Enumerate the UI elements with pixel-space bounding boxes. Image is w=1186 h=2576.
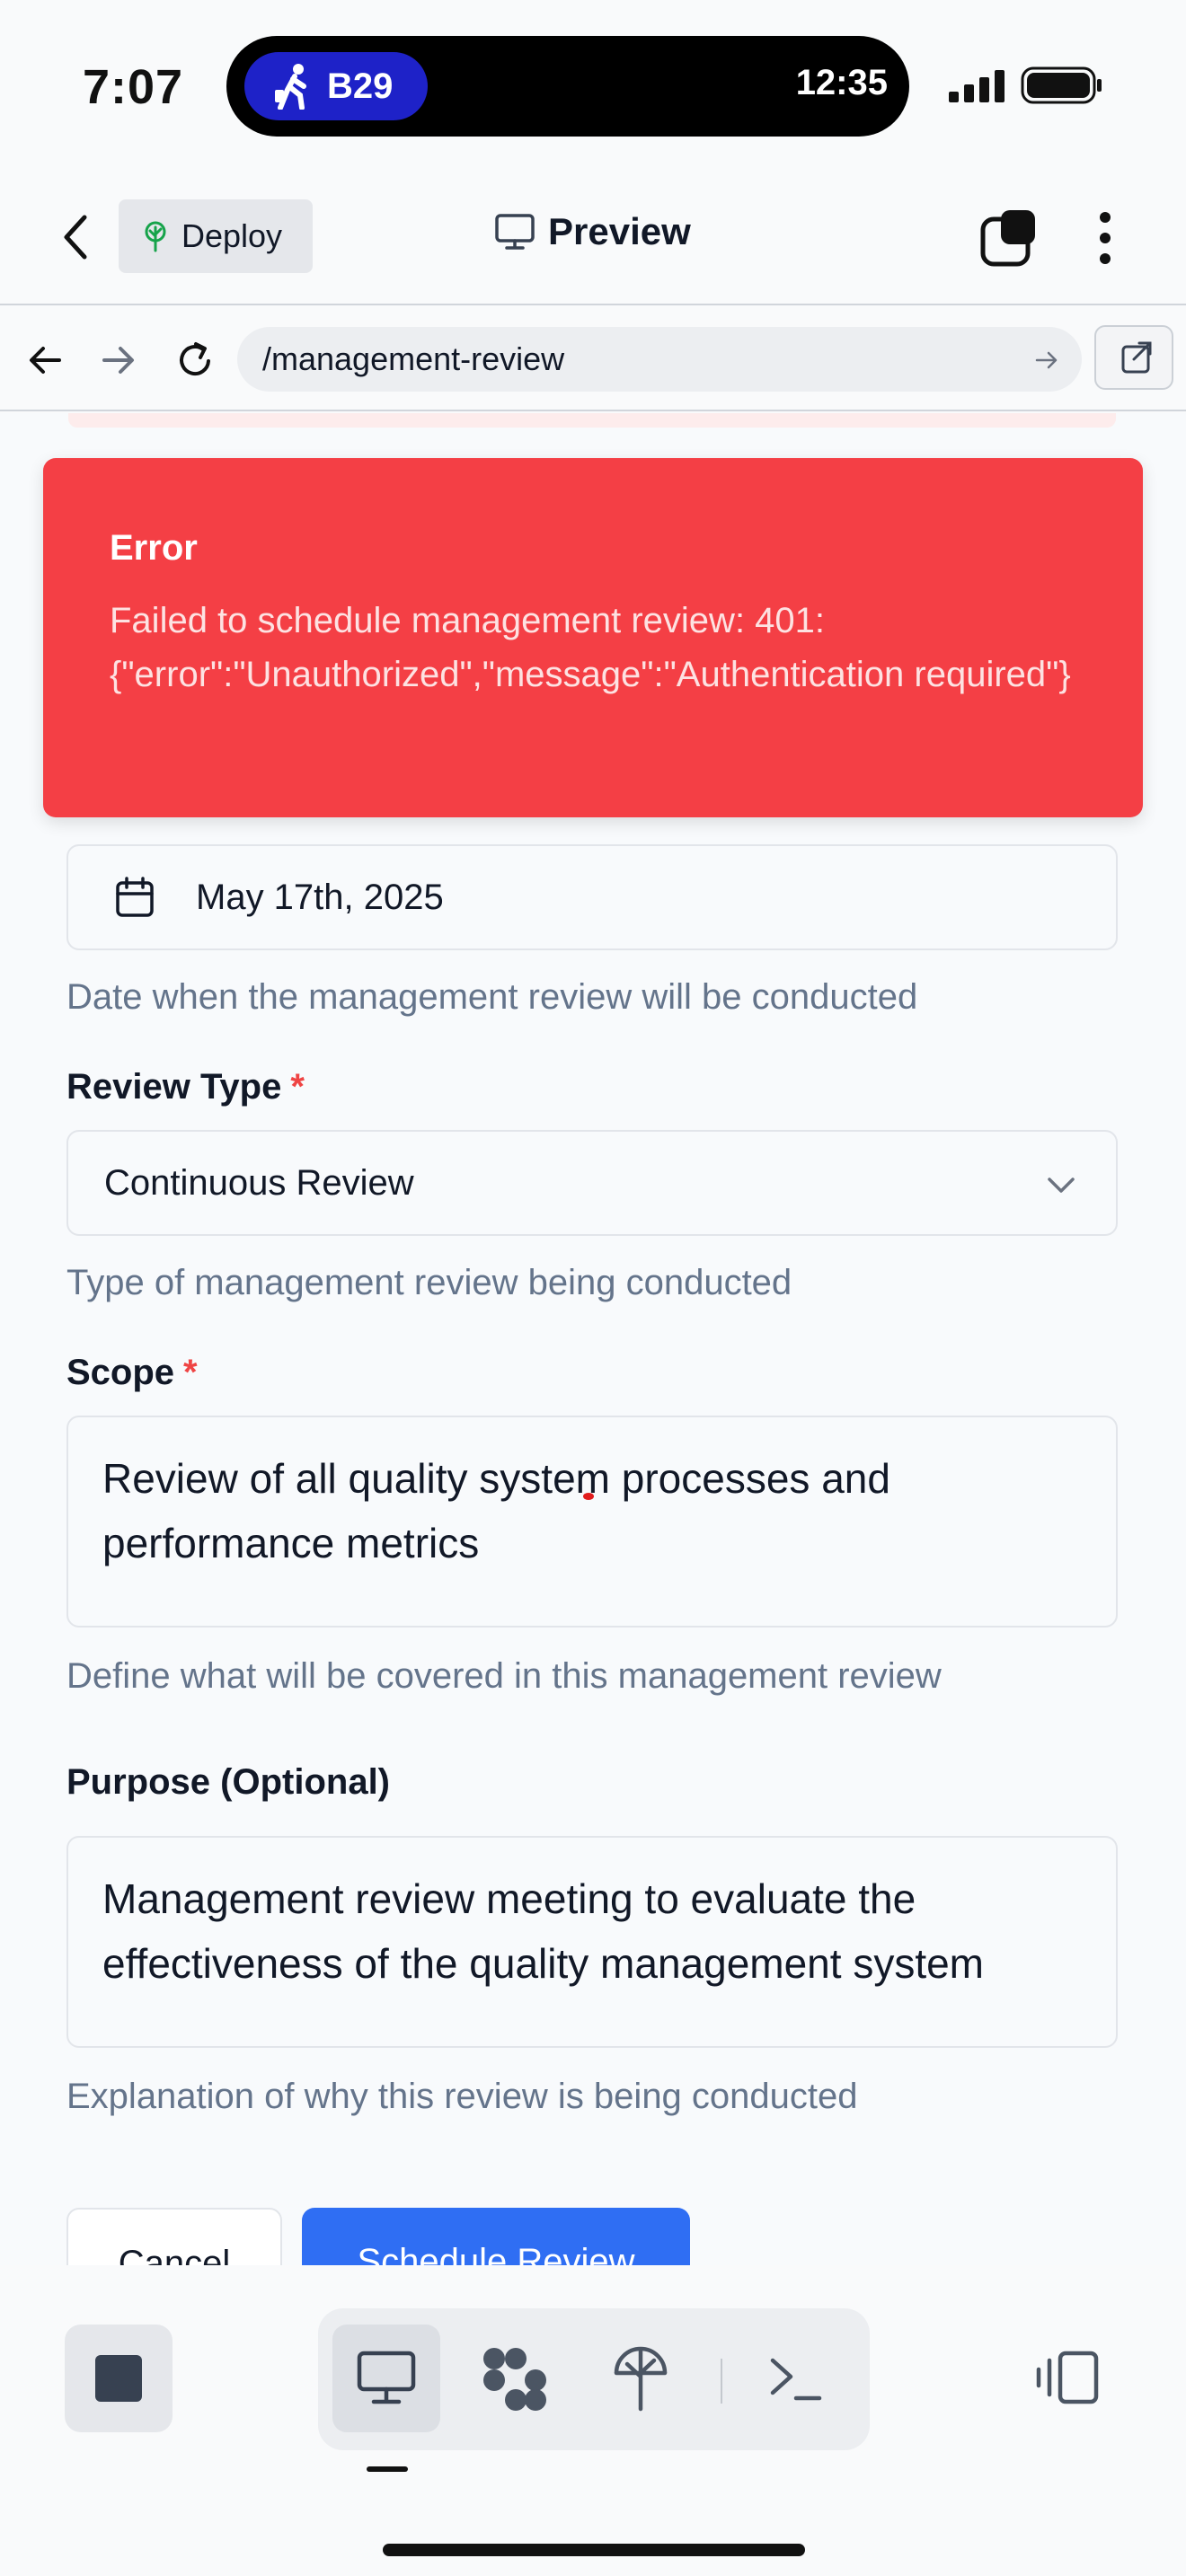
workflow-icon[interactable] [480, 2344, 550, 2414]
home-indicator [383, 2544, 805, 2556]
terminal-icon[interactable] [767, 2350, 823, 2407]
status-bar: 7:07 B29 12:35 [0, 0, 1186, 171]
scope-label: Scope * [66, 1353, 198, 1393]
error-toast[interactable]: Error Failed to schedule management revi… [43, 458, 1143, 817]
more-options-icon[interactable] [1087, 208, 1123, 268]
date-help-text: Date when the management review will be … [66, 977, 918, 1017]
deploy-label: Deploy [181, 217, 283, 254]
scope-value: Review of all quality system processes a… [102, 1455, 890, 1566]
walking-person-icon [275, 64, 306, 110]
page-content: Error Failed to schedule management revi… [0, 413, 1186, 2265]
deploy-tree-icon [145, 221, 166, 252]
browser-forward-icon[interactable] [95, 338, 140, 383]
active-tab-indicator [367, 2466, 408, 2472]
purpose-textarea[interactable]: Management review meeting to evaluate th… [66, 1836, 1118, 2048]
open-external-button[interactable] [1094, 325, 1173, 390]
url-input[interactable]: /management-review [237, 327, 1082, 392]
scope-label-text: Scope [66, 1353, 175, 1392]
required-marker: * [290, 1067, 305, 1107]
cancel-label: Cancel [118, 2244, 231, 2265]
scope-help-text: Define what will be covered in this mana… [66, 1656, 942, 1696]
external-link-icon [1121, 341, 1152, 374]
required-marker: * [183, 1353, 198, 1392]
desktop-icon [357, 2351, 416, 2404]
view-mode-group [318, 2308, 870, 2450]
back-chevron-icon[interactable] [54, 210, 99, 264]
transit-activity[interactable]: B29 [244, 52, 428, 120]
preview-title: Preview [494, 210, 691, 253]
preview-label: Preview [548, 210, 691, 252]
purpose-label: Purpose (Optional) [66, 1762, 390, 1802]
review-type-label-text: Review Type [66, 1067, 282, 1107]
battery-icon [1021, 66, 1102, 104]
stop-icon [95, 2355, 142, 2402]
chevron-down-icon [1048, 1178, 1075, 1193]
go-arrow-icon[interactable] [1033, 347, 1060, 374]
error-message: Failed to schedule management review: 40… [110, 601, 1071, 694]
touch-indicator-dot [583, 1493, 594, 1500]
purpose-help-text: Explanation of why this review is being … [66, 2077, 858, 2116]
bottom-toolbar [0, 2265, 1186, 2576]
faint-alert-edge [68, 413, 1116, 428]
reload-icon[interactable] [173, 338, 217, 383]
purpose-value: Management review meeting to evaluate th… [102, 1875, 985, 1987]
review-type-label: Review Type * [66, 1067, 305, 1107]
error-title: Error [110, 528, 198, 568]
review-type-select[interactable]: Continuous Review [66, 1130, 1118, 1236]
deploy-tree-icon[interactable] [611, 2344, 670, 2414]
schedule-review-button[interactable]: Schedule Review [302, 2208, 690, 2265]
review-type-help-text: Type of management review being conducte… [66, 1263, 792, 1302]
date-value: May 17th, 2025 [196, 877, 444, 917]
desktop-view-tab[interactable] [332, 2325, 440, 2432]
deploy-button[interactable]: Deploy [119, 199, 313, 273]
dynamic-island: B29 12:35 [226, 36, 909, 137]
transit-label: B29 [327, 66, 394, 106]
island-timer: 12:35 [795, 63, 888, 102]
scope-textarea[interactable]: Review of all quality system processes a… [66, 1416, 1118, 1628]
divider [721, 2359, 722, 2404]
split-panel-icon[interactable] [1033, 2348, 1102, 2407]
monitor-icon [495, 214, 535, 250]
review-type-value: Continuous Review [104, 1162, 414, 1203]
app-header: Deploy Preview [0, 171, 1186, 305]
stop-button[interactable] [65, 2325, 173, 2432]
status-time: 7:07 [83, 60, 184, 114]
url-text: /management-review [262, 340, 565, 377]
cellular-signal-icon [949, 70, 1005, 102]
calendar-icon [116, 877, 154, 917]
browser-back-icon[interactable] [23, 338, 68, 383]
review-date-picker[interactable]: May 17th, 2025 [66, 844, 1118, 950]
browser-toolbar: /management-review [0, 307, 1186, 411]
cancel-button[interactable]: Cancel [66, 2208, 282, 2265]
schedule-review-label: Schedule Review [357, 2242, 635, 2265]
tabs-icon[interactable] [979, 208, 1039, 268]
